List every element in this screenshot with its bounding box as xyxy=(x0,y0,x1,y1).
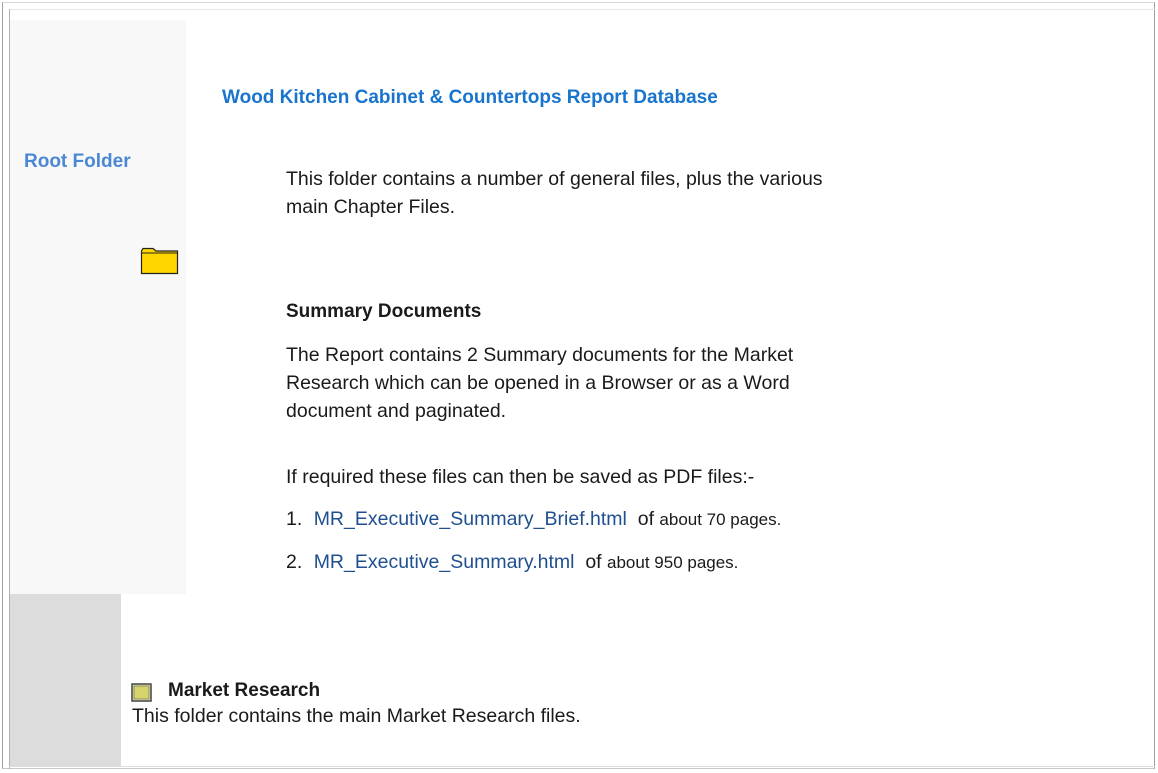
market-research-heading: Market Research xyxy=(168,680,321,701)
list-item-pages: about 950 pages. xyxy=(607,553,739,572)
root-folder-label: Root Folder xyxy=(24,151,131,172)
divider-bottom xyxy=(9,766,1155,767)
root-intro-text: This folder contains a number of general… xyxy=(286,168,823,218)
summary-heading: Summary Documents xyxy=(286,301,482,322)
list-item-of: of xyxy=(585,551,602,573)
list-item-of: of xyxy=(637,508,654,530)
page-title: Wood Kitchen Cabinet & Countertops Repor… xyxy=(222,87,718,108)
market-research-description: This folder contains the main Market Res… xyxy=(132,705,581,727)
folder-icon[interactable] xyxy=(131,683,152,702)
list-item: 2. MR_Executive_Summary.html of about 95… xyxy=(286,551,738,574)
divider-top xyxy=(9,9,1155,10)
left-panel xyxy=(10,20,186,594)
pdf-note: If required these files can then be save… xyxy=(286,466,755,488)
list-item: 1. MR_Executive_Summary_Brief.html of ab… xyxy=(286,508,781,531)
left-panel-lower xyxy=(10,594,121,766)
summary-full-link[interactable]: MR_Executive_Summary.html xyxy=(314,551,575,573)
list-item-number: 2. xyxy=(286,551,303,573)
summary-description: The Report contains 2 Summary documents … xyxy=(286,344,794,422)
folder-icon[interactable] xyxy=(140,247,179,275)
list-item-pages: about 70 pages. xyxy=(659,510,782,529)
list-item-number: 1. xyxy=(286,508,303,530)
summary-brief-link[interactable]: MR_Executive_Summary_Brief.html xyxy=(314,508,627,530)
